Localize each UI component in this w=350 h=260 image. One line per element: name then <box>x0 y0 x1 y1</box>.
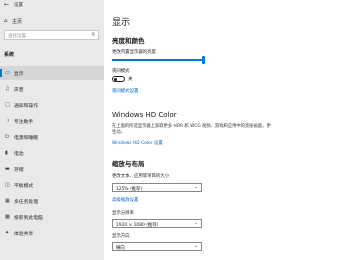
sidebar-item-sound[interactable]: ♫ 声音 <box>0 82 104 96</box>
sidebar-item-label: 电池 <box>14 151 24 157</box>
sidebar-item-label: 通知和操作 <box>14 103 38 109</box>
sidebar-item-project[interactable]: ▩ 投影到此电脑 <box>0 210 104 224</box>
toggle-knob <box>114 77 117 81</box>
orientation-value: 横向 <box>116 245 125 251</box>
multitask-icon: ▦ <box>5 198 10 204</box>
hd-color-heading: Windows HD Color <box>112 111 177 119</box>
project-icon: ▩ <box>5 214 10 220</box>
sidebar-item-display[interactable]: ▭ 显示 <box>0 66 104 80</box>
search-box[interactable]: 查找设置 ⚲ <box>4 30 99 40</box>
resolution-dropdown[interactable]: 1920 × 1080 (推荐) ⌄ <box>112 219 202 228</box>
home-icon: ⌂ <box>4 18 8 24</box>
sidebar-item-label: 投影到此电脑 <box>14 215 43 221</box>
back-arrow-icon[interactable]: ← <box>4 1 12 9</box>
section-label-system: 系统 <box>4 52 15 58</box>
night-light-label: 夜间模式 <box>112 69 130 74</box>
search-icon: ⚲ <box>91 32 95 38</box>
sidebar-item-label: 体验共享 <box>14 231 34 237</box>
brightness-slider-label: 更改内置显示器的亮度 <box>112 50 156 55</box>
sidebar-item-label: 专注助手 <box>14 119 34 125</box>
sidebar-item-focus-assist[interactable]: ☽ 专注助手 <box>0 114 104 128</box>
sidebar-item-storage[interactable]: ▬ 存储 <box>0 162 104 176</box>
monitor-icon: ▭ <box>5 70 10 76</box>
orientation-dropdown[interactable]: 横向 ⌄ <box>112 242 202 251</box>
sidebar: ← 设置 ⌂ 主页 查找设置 ⚲ 系统 ▭ 显示 ♫ 声音 □ 通知和操作 ☽ … <box>0 0 104 260</box>
night-light-state: 关 <box>128 77 133 82</box>
tablet-icon: ◫ <box>5 182 10 188</box>
hd-color-description: 在上面的所选显示器上获取更多 HDR 和 WCG 视频、游戏和应用中的亮丽画面，… <box>112 124 271 135</box>
sidebar-item-label: 多任务处理 <box>14 199 38 205</box>
home-nav-item[interactable]: ⌂ 主页 <box>4 17 22 25</box>
night-light-settings-link[interactable]: 夜间模式设置 <box>112 88 138 94</box>
resolution-label: 显示分辨率 <box>112 211 134 216</box>
chevron-down-icon: ⌄ <box>193 220 198 226</box>
sidebar-item-notifications[interactable]: □ 通知和操作 <box>0 98 104 112</box>
brightness-slider-track[interactable] <box>112 59 204 61</box>
sidebar-item-shared-experiences[interactable]: ✦ 体验共享 <box>0 226 104 240</box>
search-input[interactable]: 查找设置 <box>8 33 26 39</box>
storage-icon: ▬ <box>5 166 10 172</box>
scale-value: 125% (推荐) <box>116 186 143 192</box>
notification-icon: □ <box>5 102 10 108</box>
sidebar-item-label: 显示 <box>14 71 24 77</box>
power-icon: ⏻ <box>5 134 9 140</box>
brightness-heading: 亮度和颜色 <box>112 37 145 45</box>
sidebar-item-label: 电源和睡眠 <box>14 135 38 141</box>
sidebar-item-battery[interactable]: ▮ 电池 <box>0 146 104 160</box>
scale-layout-heading: 缩放与布局 <box>112 160 145 168</box>
night-light-toggle[interactable] <box>112 76 125 82</box>
chevron-down-icon: ⌄ <box>193 243 198 249</box>
scale-label: 更改文本、应用等项目的大小 <box>112 174 170 179</box>
advanced-scaling-link[interactable]: 高级缩放设置 <box>112 197 138 203</box>
share-icon: ✦ <box>5 230 10 236</box>
sidebar-item-label: 平板模式 <box>14 183 34 189</box>
sidebar-item-label: 声音 <box>14 87 24 93</box>
hd-color-settings-link[interactable]: Windows HD Color 设置 <box>112 140 163 146</box>
resolution-value: 1920 × 1080 (推荐) <box>116 222 159 228</box>
sidebar-item-tablet-mode[interactable]: ◫ 平板模式 <box>0 178 104 192</box>
orientation-label: 显示方向 <box>112 234 130 239</box>
window-title: 设置 <box>14 3 23 8</box>
brightness-slider-thumb[interactable] <box>202 56 205 64</box>
sidebar-item-multitasking[interactable]: ▦ 多任务处理 <box>0 194 104 208</box>
main-content: 显示 亮度和颜色 更改内置显示器的亮度 夜间模式 关 夜间模式设置 Window… <box>104 0 350 260</box>
sidebar-item-power[interactable]: ⏻ 电源和睡眠 <box>0 130 104 144</box>
speaker-icon: ♫ <box>5 86 10 92</box>
home-label: 主页 <box>12 18 23 25</box>
scale-dropdown[interactable]: 125% (推荐) ⌄ <box>112 183 202 192</box>
chevron-down-icon: ⌄ <box>193 184 198 190</box>
battery-icon: ▮ <box>5 150 8 156</box>
moon-icon: ☽ <box>5 118 10 124</box>
sidebar-item-label: 存储 <box>14 167 24 173</box>
page-title: 显示 <box>112 18 131 28</box>
